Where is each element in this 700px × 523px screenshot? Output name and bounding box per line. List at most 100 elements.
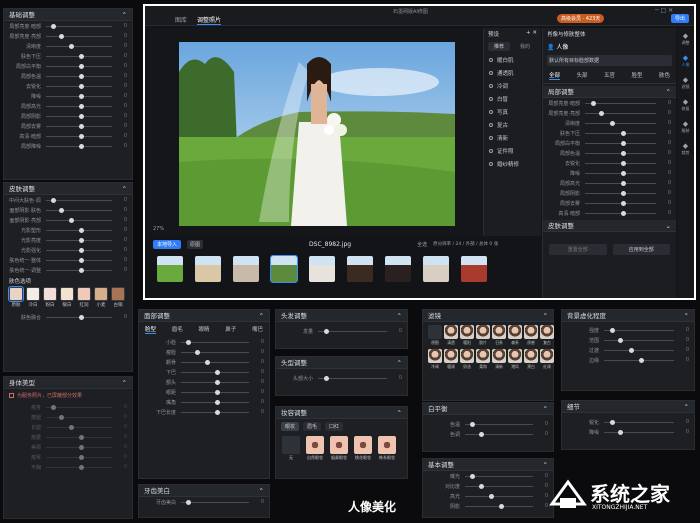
slider-knob[interactable] — [79, 53, 84, 59]
slider-row[interactable]: 清晰度 0 — [543, 118, 676, 128]
slider-track[interactable] — [604, 357, 674, 363]
slider-row[interactable]: 范围 0 — [562, 335, 694, 345]
slider-track[interactable] — [46, 83, 112, 89]
collapse-icon[interactable]: ⌃ — [122, 9, 127, 20]
slider-knob[interactable] — [79, 113, 84, 119]
makeup-item[interactable]: 自然眼妆 — [305, 436, 325, 461]
slider-track[interactable] — [585, 170, 656, 176]
skin-swatch[interactable]: 古铜 — [111, 287, 125, 308]
slider-knob[interactable] — [620, 130, 626, 136]
reset-button[interactable]: 重置全部 — [549, 244, 607, 255]
slider-row[interactable]: 色温 0 — [423, 419, 553, 429]
preset-item[interactable]: 写真 — [484, 105, 541, 118]
slider-track[interactable] — [604, 337, 674, 343]
slider-row[interactable]: 肤色统一·调整 0 — [4, 265, 132, 275]
slider-track[interactable] — [46, 444, 112, 450]
slider-track[interactable] — [585, 140, 656, 146]
collapse-icon[interactable]: ⌃ — [122, 377, 127, 388]
slider-row[interactable]: 局部亮度·亮部 0 — [4, 31, 132, 41]
slider-knob[interactable] — [79, 454, 84, 460]
slider-track[interactable] — [181, 339, 249, 345]
slider-track[interactable] — [181, 399, 249, 405]
slider-row[interactable]: 局部亮度·亮部 0 — [543, 108, 676, 118]
slider-track[interactable] — [585, 200, 656, 206]
slider-row[interactable]: 局部去雾 0 — [543, 198, 676, 208]
slider-track[interactable] — [465, 473, 533, 479]
slider-knob[interactable] — [599, 110, 605, 116]
slider-row[interactable]: 阴影 0 — [423, 501, 553, 511]
photo[interactable] — [179, 42, 455, 226]
skin-swatch[interactable]: 小麦 — [94, 287, 108, 308]
collapse-icon[interactable]: ⌃ — [122, 183, 127, 194]
slider-row[interactable]: 局部色温 0 — [543, 148, 676, 158]
slider-row[interactable]: 长腿 0 — [4, 422, 132, 432]
preset-item[interactable]: 白皙 — [484, 92, 541, 105]
preset-item[interactable]: 证件照 — [484, 144, 541, 157]
slider-knob[interactable] — [215, 389, 220, 395]
preset-item[interactable]: 冷调 — [484, 79, 541, 92]
slider-row[interactable]: 瘦腰 0 — [4, 432, 132, 442]
slider-row[interactable]: 中间大肤色·调整 0 — [4, 195, 132, 205]
slider-row[interactable]: 瘦腿 0 — [4, 412, 132, 422]
slider-knob[interactable] — [478, 431, 484, 437]
slider-track[interactable] — [46, 73, 112, 79]
tab-recommend[interactable]: 推荐 — [488, 42, 511, 51]
filter-thumb[interactable]: 质感 — [524, 325, 538, 346]
slider-track[interactable] — [181, 499, 249, 505]
slider-knob[interactable] — [620, 150, 626, 156]
slider-row[interactable]: 光影塑形 0 — [4, 225, 132, 235]
slider-knob[interactable] — [79, 143, 84, 149]
slider-knob[interactable] — [79, 83, 84, 89]
zoom-level[interactable]: 27% — [153, 226, 164, 232]
slider-knob[interactable] — [609, 327, 615, 333]
slider-knob[interactable] — [620, 180, 626, 186]
face-dropdown[interactable]: 默认所有目标脸部数据 — [547, 55, 672, 66]
slider-row[interactable]: 面部阴影·亮部 0 — [4, 215, 132, 225]
slider-knob[interactable] — [79, 267, 84, 273]
slider-knob[interactable] — [609, 419, 615, 425]
preset-item[interactable]: 清新 — [484, 131, 541, 144]
slider-knob[interactable] — [69, 43, 75, 49]
slider-knob[interactable] — [79, 434, 84, 440]
tab-3[interactable]: 脸型 — [631, 71, 642, 80]
slider-knob[interactable] — [79, 227, 84, 233]
slider-knob[interactable] — [51, 197, 57, 203]
slider-row[interactable]: 额头 0 — [139, 377, 269, 387]
import-button[interactable]: 本地导入 — [153, 239, 182, 249]
face-tab[interactable]: 眉毛 — [172, 325, 183, 334]
sidebar-tool[interactable]: ◆ 服装 — [677, 116, 694, 138]
face-tab[interactable]: 鼻子 — [225, 325, 236, 334]
film-thumb[interactable] — [461, 256, 487, 282]
slider-track[interactable] — [604, 429, 674, 435]
slider-track[interactable] — [585, 180, 656, 186]
slider-row[interactable]: 牙齿美白 0 — [139, 497, 269, 507]
slider-knob[interactable] — [69, 217, 75, 223]
slider-knob[interactable] — [478, 483, 484, 489]
slider-track[interactable] — [181, 349, 249, 355]
slider-track[interactable] — [46, 414, 112, 420]
slider-track[interactable] — [46, 424, 112, 430]
slider-knob[interactable] — [69, 424, 75, 430]
slider-track[interactable] — [46, 33, 112, 39]
slider-track[interactable] — [46, 404, 112, 410]
slider-track[interactable] — [46, 123, 112, 129]
slider-track[interactable] — [181, 409, 249, 415]
slider-row[interactable]: 光影强化 0 — [4, 245, 132, 255]
slider-knob[interactable] — [618, 429, 623, 435]
slider-track[interactable] — [46, 53, 112, 59]
slider-track[interactable] — [585, 210, 656, 216]
slider-knob[interactable] — [79, 93, 84, 99]
sidebar-tool[interactable]: ◆ 调整 — [677, 28, 694, 50]
slider-row[interactable]: 强度 0 — [562, 325, 694, 335]
slider-track[interactable] — [46, 464, 112, 470]
slider-row[interactable]: 局部阴影 0 — [543, 188, 676, 198]
slider-row[interactable]: 去锐化 0 — [543, 158, 676, 168]
tab-4[interactable]: 肤色 — [659, 71, 670, 80]
slider-knob[interactable] — [59, 207, 65, 213]
filter-thumb[interactable]: 冷调 — [428, 349, 442, 370]
filter-thumb[interactable]: 奶油 — [460, 349, 474, 370]
tab-mine[interactable]: 我的 — [514, 42, 536, 51]
slider-knob[interactable] — [79, 73, 84, 79]
slider-knob[interactable] — [323, 375, 329, 381]
skin-swatch[interactable]: 暖白 — [60, 287, 74, 308]
